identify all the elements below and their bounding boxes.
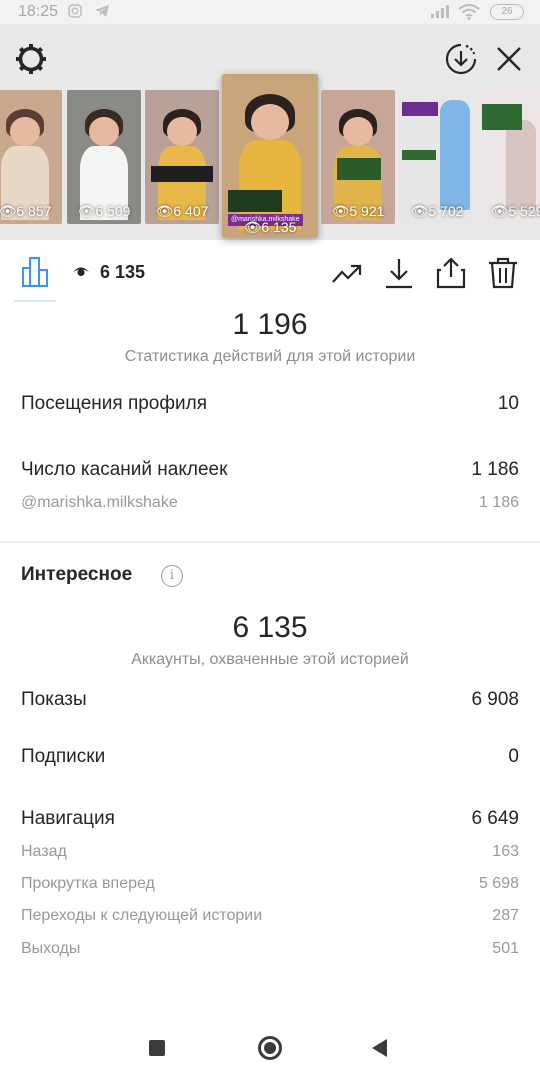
wifi-icon — [458, 4, 480, 23]
story-thumbnail[interactable]: 👁︎6 407 — [145, 90, 219, 224]
home-button[interactable] — [258, 1036, 282, 1060]
stat-row-next-story: Переходы к следующей истории 287 — [21, 907, 519, 925]
stat-label: Прокрутка вперед — [21, 875, 155, 892]
story-action-bar: 6 135 — [0, 240, 540, 302]
stat-row-forward: Прокрутка вперед 5 698 — [21, 875, 519, 893]
story-views: 👁︎6 407 — [155, 203, 209, 219]
status-bar: 18:25 26 — [0, 0, 540, 24]
share-icon[interactable] — [434, 256, 468, 290]
insights-bars-icon[interactable] — [18, 254, 54, 288]
battery-indicator: 26 — [490, 4, 524, 20]
stat-value: 6 649 — [471, 808, 519, 829]
actions-total: 1 196 — [232, 308, 308, 341]
stat-label: Посещения профиля — [21, 393, 207, 414]
stat-value: 163 — [492, 843, 519, 860]
instagram-icon — [68, 4, 82, 21]
story-strip: 👁︎6 857 👁︎6 509 👁︎6 407 @marishka.milksh… — [0, 24, 540, 261]
story-thumbnail[interactable]: 👁︎5 702 — [400, 90, 474, 224]
story-views: 👁︎5 529 — [490, 203, 540, 219]
story-views: 👁︎6 509 — [77, 203, 131, 219]
story-views: 👁︎6 135 — [243, 219, 297, 235]
download-icon[interactable] — [382, 256, 416, 290]
stat-label: @marishka.milkshake — [21, 494, 178, 511]
story-thumbnail[interactable]: 👁︎5 921 — [321, 90, 395, 224]
actions-caption: Статистика действий для этой истории — [124, 348, 416, 365]
stat-value: 501 — [492, 940, 519, 957]
stat-value: 10 — [497, 393, 519, 414]
close-icon[interactable] — [492, 42, 526, 76]
stat-row-impressions: Показы 6 908 — [21, 689, 519, 711]
reach-total: 6 135 — [232, 611, 308, 644]
stat-value: 287 — [492, 907, 519, 924]
stat-label: Навигация — [21, 808, 115, 829]
telegram-icon — [94, 4, 110, 21]
stat-row-profile-visits: Посещения профиля 10 — [21, 393, 519, 415]
stat-value: 1 186 — [471, 459, 519, 480]
story-views: 👁︎5 702 — [410, 203, 464, 219]
stat-value: 0 — [508, 746, 519, 767]
recent-apps-button[interactable] — [149, 1040, 165, 1056]
delete-trash-icon[interactable] — [486, 256, 520, 290]
stat-row-back: Назад 163 — [21, 843, 519, 861]
stat-label: Переходы к следующей истории — [21, 907, 263, 924]
stat-row-sticker-taps: Число касаний наклеек 1 186 — [21, 459, 519, 481]
system-nav-bar — [0, 1020, 540, 1080]
section-title-discovery: Интересное — [21, 564, 133, 585]
reach-caption: Аккаунты, охваченные этой историей — [131, 651, 409, 668]
story-thumbnail-current[interactable]: @marishka.milkshake 👁︎6 135 — [222, 74, 318, 238]
story-thumbnail[interactable]: 👁︎5 529 — [480, 90, 540, 224]
stat-label: Число касаний наклеек — [21, 459, 228, 480]
story-thumbnail[interactable]: 👁︎6 857 — [0, 90, 62, 224]
stat-value: 5 698 — [478, 875, 519, 892]
promote-trend-icon[interactable] — [330, 256, 364, 290]
viewers-count[interactable]: 6 135 — [100, 262, 145, 283]
stat-label: Выходы — [21, 940, 81, 957]
stat-row-navigation: Навигация 6 649 — [21, 808, 519, 830]
stat-label: Подписки — [21, 746, 106, 767]
eye-icon — [72, 264, 90, 278]
info-icon[interactable]: i — [161, 565, 183, 587]
stat-row-exits: Выходы 501 — [21, 940, 519, 958]
stat-label: Назад — [21, 843, 67, 860]
stat-row-mention-sticker: @marishka.milkshake 1 186 — [21, 494, 519, 512]
stat-value: 6 908 — [471, 689, 519, 710]
status-time: 18:25 — [18, 3, 59, 20]
story-views: 👁︎5 921 — [331, 203, 385, 219]
signal-icon — [430, 4, 452, 21]
settings-gear-icon[interactable] — [14, 42, 48, 76]
story-thumbnail[interactable]: 👁︎6 509 — [67, 90, 141, 224]
back-button[interactable] — [372, 1039, 387, 1057]
active-tab-indicator — [14, 300, 56, 302]
story-views: 👁︎6 857 — [0, 203, 52, 219]
stat-label: Показы — [21, 689, 87, 710]
section-divider — [0, 541, 540, 543]
stat-value: 1 186 — [478, 494, 519, 511]
download-archive-icon[interactable] — [444, 42, 478, 76]
stat-row-follows: Подписки 0 — [21, 746, 519, 768]
